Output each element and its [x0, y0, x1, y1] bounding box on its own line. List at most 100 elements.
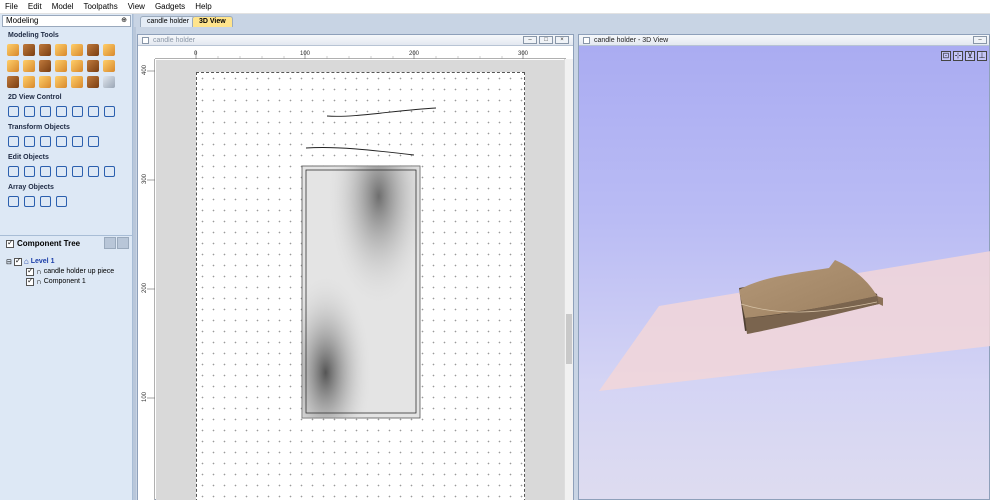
zoom-icon[interactable] [23, 105, 35, 117]
copy-along-vector-icon[interactable] [39, 195, 51, 207]
node-edit-icon[interactable] [23, 165, 35, 177]
sculpt-icon[interactable] [55, 44, 67, 56]
menu-file[interactable]: File [0, 0, 23, 14]
pan-icon[interactable] [7, 105, 19, 117]
pin-icon[interactable]: ⊕ [121, 16, 127, 26]
menu-bar: File Edit Model Toolpaths View Gadgets H… [0, 0, 990, 14]
extrude-icon[interactable] [23, 44, 35, 56]
component-icon-small: ∩ [36, 277, 42, 286]
component-relief[interactable] [301, 165, 421, 419]
select-icon[interactable] [7, 165, 19, 177]
ruler-label: 200 [142, 282, 148, 293]
weave-icon[interactable] [71, 44, 83, 56]
panel-splitter[interactable] [133, 14, 136, 500]
zoom-in-icon[interactable] [55, 105, 67, 117]
component-icon-small: ∩ [36, 267, 42, 276]
view-2d-titlebar: candle holder – □ × [138, 35, 573, 46]
tool-icon[interactable] [7, 76, 19, 88]
window-buttons: – □ [973, 36, 990, 44]
component-tree-title: Component Tree [17, 239, 81, 248]
view-3d-window[interactable]: candle holder - 3D View – □ ⊡ ⊹ ⊻ ⊥ [578, 34, 990, 500]
ruler-label: 300 [142, 173, 148, 184]
component-tree-header: Component Tree [0, 235, 133, 251]
ruler-vertical: 400 300 200 100 [138, 59, 155, 500]
vertical-scrollbar[interactable] [564, 59, 573, 500]
item-checkbox[interactable] [26, 276, 34, 286]
component-tree-toggle[interactable] [6, 238, 14, 248]
join-icon[interactable] [103, 165, 115, 177]
zoom-extents-icon[interactable] [39, 105, 51, 117]
dome-icon[interactable] [55, 76, 67, 88]
fit-width-icon[interactable] [71, 105, 83, 117]
drawing-canvas[interactable] [156, 60, 566, 500]
interactive-icon[interactable] [55, 165, 67, 177]
curve-fit-icon[interactable] [87, 165, 99, 177]
section-edit-objects: Edit Objects [8, 154, 49, 161]
menu-view[interactable]: View [123, 0, 150, 14]
tree-button-2[interactable] [117, 237, 129, 249]
align-icon[interactable] [71, 135, 83, 147]
window-buttons: – □ × [523, 36, 569, 44]
array-copy-icon[interactable] [7, 195, 19, 207]
move-icon[interactable] [7, 135, 19, 147]
fade-icon[interactable] [103, 60, 115, 72]
component-icon[interactable] [7, 60, 19, 72]
section-2d-view-control: 2D View Control [8, 94, 62, 101]
bake-icon[interactable] [87, 76, 99, 88]
section-transform-objects: Transform Objects [8, 124, 70, 131]
smooth-icon[interactable] [23, 76, 35, 88]
close-icon[interactable]: × [555, 36, 569, 44]
menu-gadgets[interactable]: Gadgets [150, 0, 190, 14]
menu-toolpaths[interactable]: Toolpaths [78, 0, 122, 14]
create-shape-icon[interactable] [7, 44, 19, 56]
prism-icon[interactable] [103, 76, 115, 88]
tree-item-row[interactable]: ∩ candle holder up piece [26, 266, 114, 276]
nesting-icon[interactable] [55, 195, 67, 207]
arch-icon[interactable] [71, 76, 83, 88]
window-menu-icon[interactable] [142, 36, 149, 44]
folder-icon[interactable] [103, 44, 115, 56]
collapse-icon[interactable]: ⊟ [6, 258, 12, 266]
mirror-icon[interactable] [55, 135, 67, 147]
maximize-icon[interactable]: □ [539, 36, 553, 44]
tree-button-1[interactable] [104, 237, 116, 249]
scrollbar-thumb[interactable] [566, 314, 572, 364]
tree-item-row[interactable]: ∩ Component 1 [26, 276, 86, 286]
ruler-label: 0 [194, 51, 198, 57]
menu-edit[interactable]: Edit [23, 0, 47, 14]
flip-icon[interactable] [71, 60, 83, 72]
transform-row [7, 135, 99, 147]
vector-curve-middle[interactable] [305, 147, 415, 156]
vector-curve-top[interactable] [326, 107, 437, 117]
mode-select[interactable]: Modeling ⊕ [2, 15, 131, 27]
minimize-icon[interactable]: – [523, 36, 537, 44]
tilt-icon[interactable] [87, 60, 99, 72]
tab-candle-holder[interactable]: candle holder [140, 16, 197, 27]
distort-icon[interactable] [39, 76, 51, 88]
menu-help[interactable]: Help [190, 0, 216, 14]
circular-array-icon[interactable] [23, 195, 35, 207]
bitmap-icon[interactable] [23, 60, 35, 72]
mode-select-value: Modeling [6, 16, 39, 25]
array-row [7, 195, 67, 207]
item-checkbox[interactable] [26, 266, 34, 276]
3d-scene [599, 251, 990, 391]
level-checkbox[interactable] [13, 256, 22, 266]
window-menu-icon[interactable] [583, 36, 590, 44]
view-toggle-icon[interactable] [103, 105, 115, 117]
size-icon[interactable] [87, 135, 99, 147]
scale-icon[interactable] [39, 135, 51, 147]
trim-icon[interactable] [71, 165, 83, 177]
rotate-icon[interactable] [23, 135, 35, 147]
spin-icon[interactable] [39, 60, 51, 72]
menu-model[interactable]: Model [47, 0, 79, 14]
minimize-icon[interactable]: – [973, 36, 987, 44]
view-3d-title: candle holder - 3D View [594, 36, 669, 44]
sweep-icon[interactable] [39, 44, 51, 56]
transform-edit-icon[interactable] [39, 165, 51, 177]
arrow-icon[interactable] [55, 60, 67, 72]
texture-icon[interactable] [87, 44, 99, 56]
tab-3d-view[interactable]: 3D View [192, 16, 233, 27]
fit-page-icon[interactable] [87, 105, 99, 117]
ruler-label: 400 [142, 64, 148, 75]
